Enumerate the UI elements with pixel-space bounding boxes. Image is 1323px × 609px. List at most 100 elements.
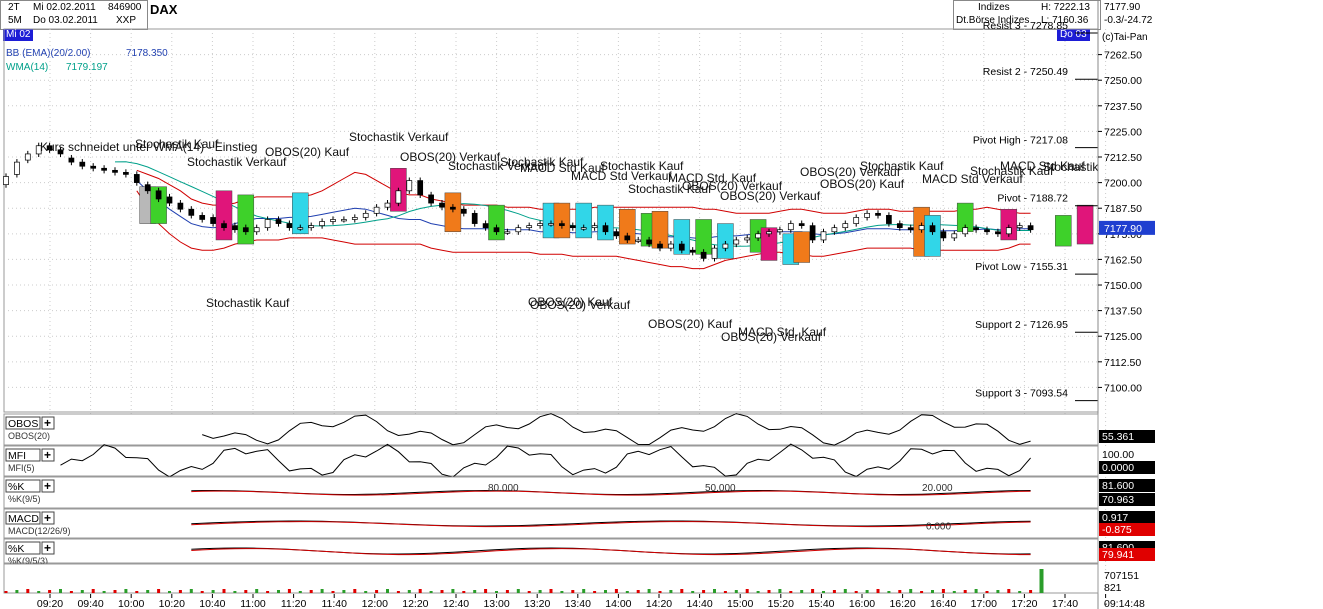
- volume-bar: [811, 589, 815, 593]
- candle-body: [678, 243, 685, 251]
- candle-body: [733, 239, 740, 245]
- y-tick-label: 7125.00: [1104, 331, 1142, 343]
- x-tick-label: 10:00: [118, 598, 144, 609]
- indicator-sub: MACD(12/26/9): [8, 526, 71, 536]
- signal-annotation: Stochastik Kauf: [206, 296, 290, 310]
- volume-bar: [952, 591, 956, 593]
- volume-bar: [418, 589, 422, 593]
- volume-bar: [832, 590, 836, 593]
- indicator-value: 70.963: [1102, 494, 1134, 506]
- candle-body: [428, 194, 434, 204]
- volume-bar: [963, 590, 967, 593]
- plus-icon: +: [44, 511, 51, 525]
- x-tick-label: 15:40: [808, 598, 834, 609]
- volume-bar: [538, 590, 542, 593]
- candle-body: [864, 212, 870, 218]
- signal-box: [215, 190, 233, 241]
- candle-body: [657, 243, 663, 249]
- time-axis: 09:20 09:40 10:00 10:20 10:40 11:00 11:20 11:40…: [37, 594, 1145, 609]
- x-tick-label: 16:00: [849, 598, 875, 609]
- current-price-label: 7177.90: [1104, 223, 1142, 235]
- volume-bar: [887, 591, 891, 593]
- x-tick-label: 14:00: [605, 598, 631, 609]
- candle-body: [918, 225, 925, 231]
- candle-body: [101, 167, 107, 171]
- candle-body: [177, 202, 184, 210]
- volume-bar: [647, 589, 651, 593]
- y-tick-label: 7187.50: [1104, 203, 1142, 215]
- volume-bar: [713, 589, 716, 593]
- volume-bar: [113, 590, 117, 593]
- volume-bar: [146, 590, 150, 593]
- candle-body: [798, 223, 805, 226]
- candle-body: [319, 221, 325, 226]
- volume-bar: [364, 591, 368, 593]
- candle-body: [286, 223, 293, 229]
- x-tick-label: 13:20: [524, 598, 550, 609]
- pivot-label: Support 2 - 7126.95: [975, 319, 1068, 331]
- volume-bar: [669, 590, 673, 593]
- candle-body: [395, 190, 402, 204]
- indicator-panel: [3, 413, 1099, 446]
- x-tick-label: 12:00: [362, 598, 388, 609]
- candle-body: [613, 231, 620, 237]
- signal-annotation: OBOS(20) Verkauf: [530, 298, 631, 312]
- signal-box: [924, 215, 941, 257]
- candle-body: [1005, 227, 1012, 235]
- signal-box: [575, 202, 592, 239]
- signal-annotation: OBOS(20) Verkauf: [721, 330, 822, 344]
- candle-body: [362, 212, 369, 218]
- plus-icon: +: [44, 479, 51, 493]
- pivot-label: Pivot Low - 7155.31: [975, 261, 1068, 273]
- y-tick-label: 7262.50: [1104, 50, 1142, 62]
- candle-body: [875, 212, 881, 216]
- candle-body: [907, 227, 914, 231]
- volume-bar: [560, 591, 564, 593]
- volume-bar: [15, 590, 19, 593]
- candle-body: [787, 223, 794, 231]
- volume-bar: [135, 591, 139, 593]
- y-tick-label: 7150.00: [1104, 280, 1142, 292]
- volume-bar: [298, 591, 302, 593]
- candle-body: [155, 190, 162, 200]
- volume-bar: [941, 589, 945, 593]
- candle-body: [1027, 225, 1034, 231]
- indicator-name: OBOS: [8, 418, 38, 430]
- indicator-sub: OBOS(20): [8, 431, 50, 441]
- volume-bar: [287, 589, 291, 593]
- indicator-value: 0.0000: [1102, 462, 1134, 474]
- x-tick-label: 11:00: [240, 598, 266, 609]
- volume-bar: [396, 591, 400, 593]
- candle-body: [341, 219, 347, 222]
- volume-bar: [48, 590, 52, 593]
- x-tick-label: 16:20: [889, 598, 915, 609]
- candle-body: [417, 180, 424, 196]
- volume-bar: [429, 591, 433, 593]
- volume-bar: [331, 591, 335, 593]
- candle-body: [722, 243, 729, 249]
- volume-bar: [4, 591, 8, 593]
- x-tick-label: 09:40: [77, 598, 103, 609]
- volume-bar: [516, 589, 520, 593]
- candle-body: [264, 219, 271, 229]
- candle-body: [591, 225, 598, 229]
- candle-body: [526, 225, 533, 229]
- volume-bar: [495, 591, 498, 593]
- y-tick-label: 7212.50: [1104, 152, 1142, 164]
- volume-bar: [189, 589, 193, 593]
- x-tick-label: 12:20: [402, 598, 428, 609]
- signal-annotation: OBOS(20) Kauf: [820, 177, 905, 191]
- candle-body: [199, 215, 206, 220]
- indicator-top-value: 0.917: [1102, 512, 1128, 524]
- candle-body: [221, 223, 227, 229]
- signal-box: [695, 219, 712, 255]
- x-tick-label: 17:00: [971, 598, 997, 609]
- indicator-name: MACD: [8, 513, 39, 525]
- x-tick-label: 11:40: [321, 598, 347, 609]
- candle-body: [755, 233, 761, 239]
- volume-panel: [3, 563, 1099, 594]
- volume-bar: [375, 590, 379, 593]
- candle-body: [602, 225, 609, 233]
- volume-bar: [266, 591, 270, 593]
- volume-bar: [157, 589, 161, 593]
